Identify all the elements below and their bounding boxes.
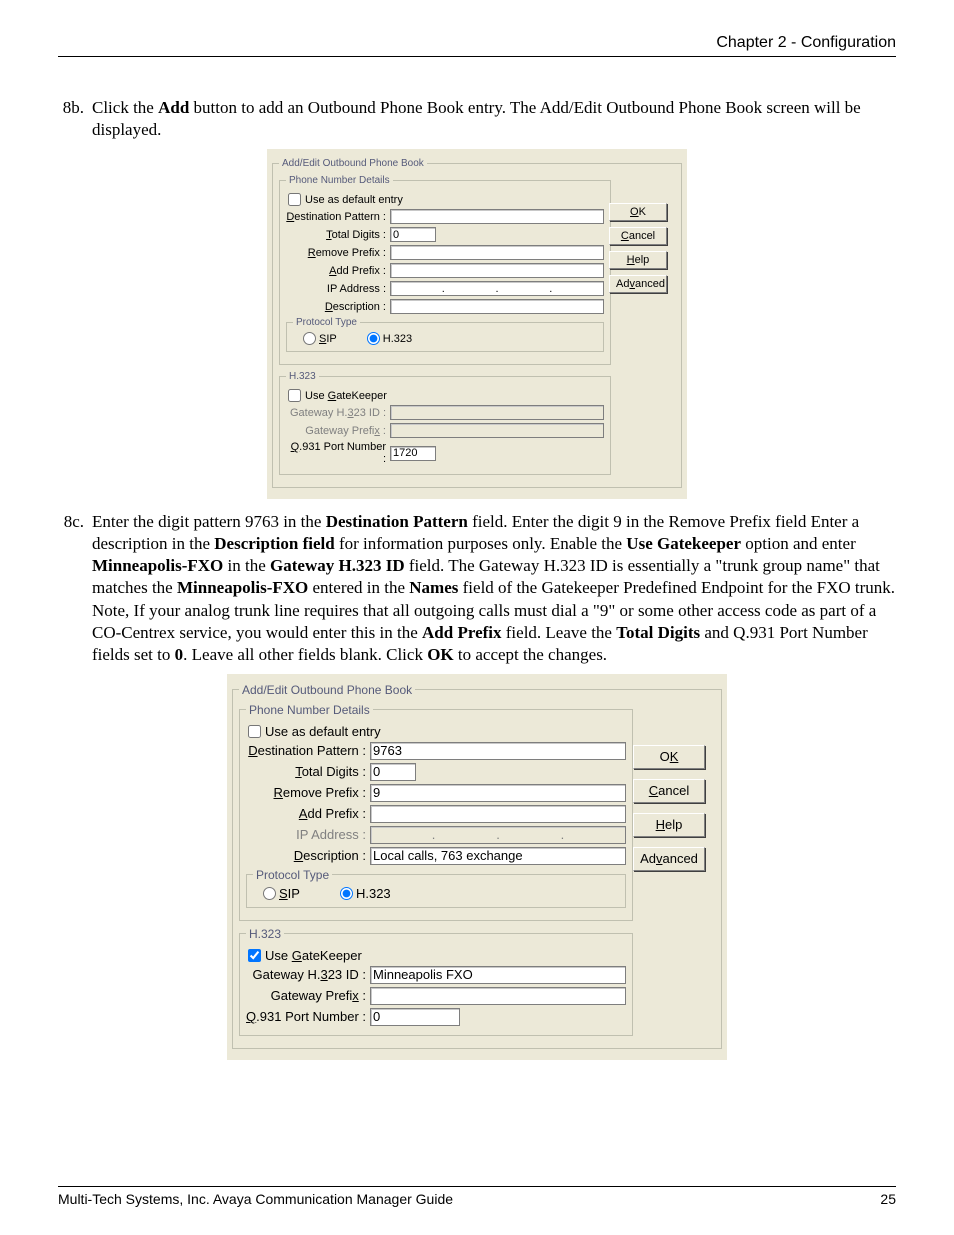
advanced-button[interactable]: Advanced: [633, 847, 705, 871]
total-digits-label: Total Digits :: [286, 229, 390, 241]
use-default-entry-label: Use as default entry: [265, 724, 381, 739]
advanced-button[interactable]: Advanced: [609, 275, 667, 293]
gateway-h323-id-input[interactable]: [370, 966, 626, 984]
t: Add: [158, 98, 189, 117]
gw-h323-id-label: Gateway H.323 ID :: [246, 967, 370, 982]
sip-radio[interactable]: [263, 887, 276, 900]
step-8c: 8c. Enter the digit pattern 9763 in the …: [58, 511, 896, 666]
gw-h323-id-label: Gateway H.323 ID :: [286, 407, 390, 419]
step-8c-body: Enter the digit pattern 9763 in the Dest…: [92, 511, 896, 666]
h323-label: H.323: [356, 886, 391, 901]
chapter-header: Chapter 2 - Configuration: [58, 34, 896, 52]
total-digits-input[interactable]: [390, 227, 436, 242]
header-rule: [58, 56, 896, 57]
add-prefix-label: Add Prefix :: [246, 806, 370, 821]
h323-group-legend: H.323: [246, 927, 284, 941]
ok-button[interactable]: OK: [633, 745, 705, 769]
cancel-button[interactable]: Cancel: [609, 227, 667, 245]
total-digits-label: Total Digits :: [246, 764, 370, 779]
dialog-title: Add/Edit Outbound Phone Book: [239, 683, 415, 697]
sip-label: SIP: [319, 333, 337, 345]
help-button[interactable]: Help: [633, 813, 705, 837]
use-default-entry-checkbox[interactable]: [248, 725, 261, 738]
t: Click the: [92, 98, 158, 117]
footer-left: Multi-Tech Systems, Inc. Avaya Communica…: [58, 1191, 453, 1207]
use-gatekeeper-label: Use GateKeeper: [305, 390, 387, 402]
phone-group-legend: Phone Number Details: [246, 703, 373, 717]
add-prefix-input[interactable]: [370, 805, 626, 823]
ip-address-input[interactable]: ...: [390, 281, 604, 296]
cancel-button[interactable]: Cancel: [633, 779, 705, 803]
step-8b: 8b. Click the Add button to add an Outbo…: [58, 97, 896, 141]
remove-prefix-input[interactable]: [370, 784, 626, 802]
use-gatekeeper-checkbox[interactable]: [288, 389, 301, 402]
ip-address-label: IP Address :: [246, 827, 370, 842]
dest-pattern-label: Destination Pattern :: [246, 743, 370, 758]
h323-label: H.323: [383, 333, 412, 345]
gw-prefix-label: Gateway Prefix :: [246, 988, 370, 1003]
q931-port-input[interactable]: [390, 446, 436, 461]
h323-radio[interactable]: [340, 887, 353, 900]
step-8c-number: 8c.: [58, 511, 92, 666]
description-input[interactable]: [390, 299, 604, 314]
gateway-prefix-input: [390, 423, 604, 438]
phone-group-legend: Phone Number Details: [286, 175, 393, 186]
remove-prefix-label: Remove Prefix :: [286, 247, 390, 259]
protocol-type-legend: Protocol Type: [293, 317, 360, 328]
dialog-add-edit-outbound-2: Add/Edit Outbound Phone Book OK Cancel H…: [227, 674, 727, 1060]
ok-button[interactable]: OK: [609, 203, 667, 221]
gateway-prefix-input[interactable]: [370, 987, 626, 1005]
dialog-title: Add/Edit Outbound Phone Book: [279, 158, 427, 169]
total-digits-input[interactable]: [370, 763, 416, 781]
gateway-h323-id-input: [390, 405, 604, 420]
sip-radio[interactable]: [303, 332, 316, 345]
ip-address-input: ...: [370, 826, 626, 844]
step-8b-body: Click the Add button to add an Outbound …: [92, 97, 896, 141]
description-input[interactable]: [370, 847, 626, 865]
ip-address-label: IP Address :: [286, 283, 390, 295]
gw-prefix-label: Gateway Prefix :: [286, 425, 390, 437]
use-default-entry-label: Use as default entry: [305, 194, 403, 206]
remove-prefix-label: Remove Prefix :: [246, 785, 370, 800]
protocol-type-legend: Protocol Type: [253, 868, 332, 882]
description-label: Description :: [246, 848, 370, 863]
q931-port-input[interactable]: [370, 1008, 460, 1026]
t: button to add an Outbound Phone Book ent…: [92, 98, 861, 139]
destination-pattern-input[interactable]: [390, 209, 604, 224]
sip-label: SIP: [279, 886, 300, 901]
use-gatekeeper-checkbox[interactable]: [248, 949, 261, 962]
dialog-add-edit-outbound-1: Add/Edit Outbound Phone Book OK Cancel H…: [267, 149, 687, 499]
use-gatekeeper-label: Use GateKeeper: [265, 948, 362, 963]
q931-label: Q.931 Port Number :: [286, 441, 390, 465]
step-8b-number: 8b.: [58, 97, 92, 141]
description-label: Description :: [286, 301, 390, 313]
h323-radio[interactable]: [367, 332, 380, 345]
help-button[interactable]: Help: [609, 251, 667, 269]
remove-prefix-input[interactable]: [390, 245, 604, 260]
destination-pattern-input[interactable]: [370, 742, 626, 760]
add-prefix-label: Add Prefix :: [286, 265, 390, 277]
h323-group-legend: H.323: [286, 371, 319, 382]
page-footer: Multi-Tech Systems, Inc. Avaya Communica…: [58, 1186, 896, 1207]
footer-page-number: 25: [880, 1191, 896, 1207]
use-default-entry-checkbox[interactable]: [288, 193, 301, 206]
q931-label: Q.931 Port Number :: [246, 1009, 370, 1024]
dest-pattern-label: Destination Pattern :: [286, 211, 390, 223]
add-prefix-input[interactable]: [390, 263, 604, 278]
